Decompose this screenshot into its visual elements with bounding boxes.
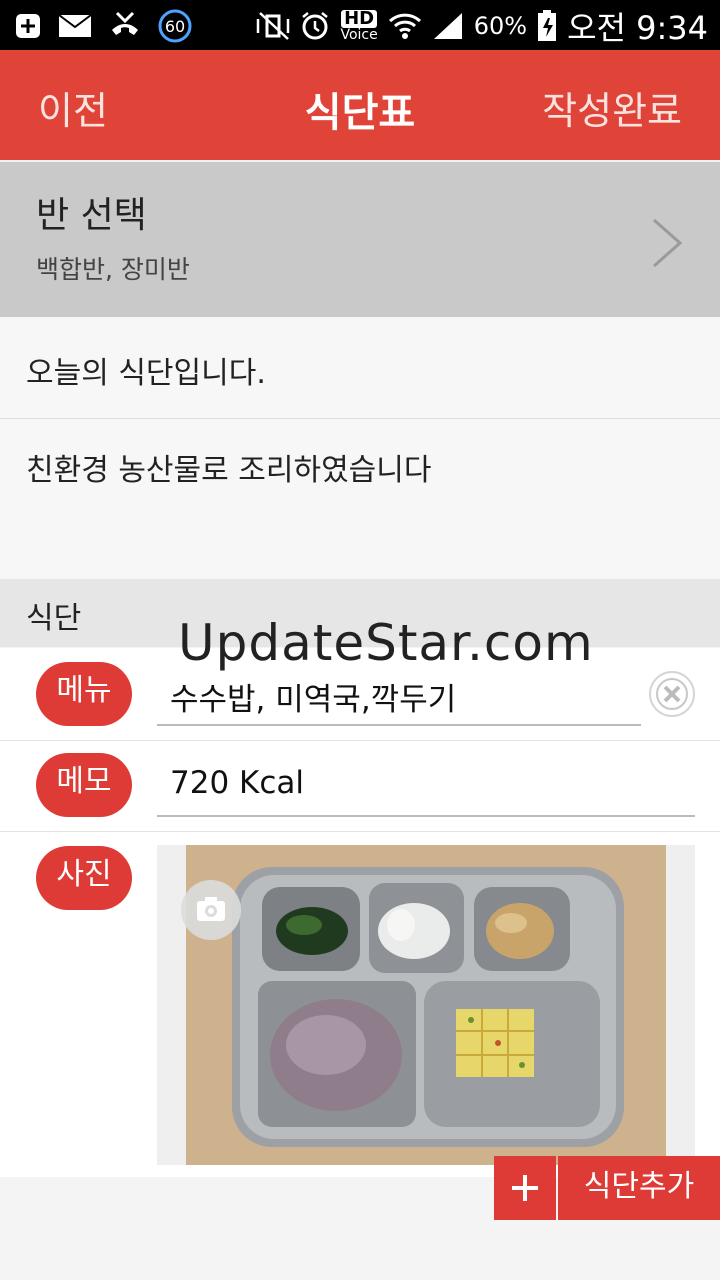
alarm-icon [300,11,330,41]
plus-icon [512,1175,538,1201]
done-button[interactable]: 작성완료 [542,80,682,135]
add-meal-button[interactable]: 식단추가 [558,1156,720,1220]
battery-percent: 60% [473,12,528,40]
app-bar: 이전 식단표 작성완료 [0,50,720,160]
section-header-label: 식단 [26,601,82,636]
hd-label: HD [341,10,378,28]
vibrate-mute-icon [256,11,290,41]
memo-label-pill: 메모 [36,753,132,817]
meal-photo[interactable] [186,845,666,1165]
add-meal-bar: 식단추가 [494,1156,720,1220]
menu-label-pill: 메뉴 [36,662,132,726]
memo-field-row: 메모 720 Kcal [0,741,720,832]
signal-icon [432,11,464,41]
voice-label: Voice [340,27,378,43]
memo-input-underline [157,815,695,817]
clock: 오전 9:34 [567,9,708,47]
class-select-row[interactable]: 반 선택 백합반, 장미반 [0,162,720,317]
hd-voice-icon: HD Voice [340,10,378,43]
class-select-label: 반 선택 [36,195,147,236]
camera-icon[interactable] [180,879,242,945]
battery-icon [537,10,557,42]
wifi-icon [388,11,422,41]
mail-icon [58,13,92,39]
badge-60-text: 60 [164,16,186,36]
photo-label-pill: 사진 [36,846,132,910]
chevron-right-icon [650,217,684,273]
status-bar: 60 HD Voice 60% 오전 9:34 [0,0,720,50]
menu-input[interactable]: 수수밥, 미역국,깍두기 [170,674,456,719]
notice-title: 오늘의 식단입니다. [26,356,266,391]
badge-60-icon: 60 [158,9,192,43]
notice-body-row[interactable]: 친환경 농산물로 조리하였습니다 [0,419,720,579]
notice-body: 친환경 농산물로 조리하였습니다 [26,453,432,488]
notice-title-row[interactable]: 오늘의 식단입니다. [0,318,720,419]
notification-add-icon [14,12,42,40]
clear-icon[interactable] [648,670,696,722]
menu-input-underline [157,724,641,726]
watermark: UpdateStar.com [178,614,594,672]
missed-call-icon [108,10,142,42]
add-button[interactable] [494,1156,556,1220]
class-select-value: 백합반, 장미반 [36,255,190,284]
photo-field-row: 사진 [0,832,720,1177]
photo-container[interactable] [157,845,695,1165]
memo-input[interactable]: 720 Kcal [170,765,304,801]
